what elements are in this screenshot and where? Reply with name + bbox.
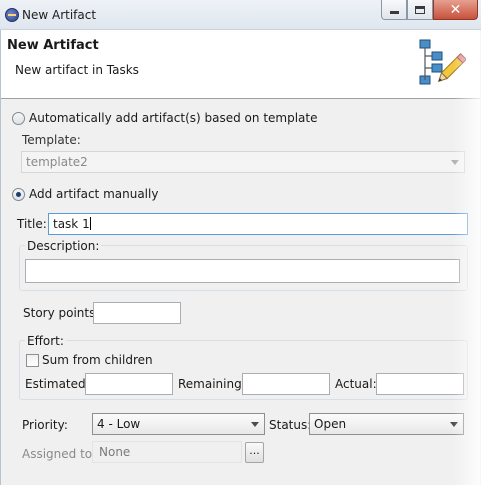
assigned-to-value: None: [99, 445, 131, 459]
story-points-input[interactable]: [93, 302, 181, 324]
assigned-to-field: None: [92, 441, 242, 463]
dialog-header: New Artifact New artifact in Tasks: [1, 30, 480, 99]
estimated-input[interactable]: [85, 373, 173, 395]
minimize-icon: [389, 11, 399, 14]
eclipse-icon: [5, 8, 19, 22]
dialog-body: Automatically add artifact(s) based on t…: [1, 100, 480, 485]
template-radio-label[interactable]: Automatically add artifact(s) based on t…: [29, 111, 318, 125]
header-subtitle: New artifact in Tasks: [15, 63, 139, 77]
description-label: Description:: [25, 239, 102, 253]
close-button[interactable]: ✕: [433, 0, 478, 20]
header-title: New Artifact: [7, 38, 99, 53]
chevron-down-icon: [451, 160, 459, 165]
title-input-value: task 1: [53, 217, 90, 231]
story-points-label: Story points:: [23, 306, 100, 320]
window-title: New Artifact: [22, 8, 97, 22]
status-label: Status:: [269, 418, 312, 432]
text-caret: [89, 217, 91, 230]
template-radio[interactable]: [12, 112, 25, 125]
effort-label: Effort:: [25, 334, 66, 348]
minimize-button[interactable]: [381, 0, 407, 20]
description-input[interactable]: [25, 259, 460, 283]
remaining-input[interactable]: [242, 373, 330, 395]
actual-label: Actual:: [335, 377, 377, 391]
new-artifact-dialog: New Artifact ✕ New Artifact New artifact…: [0, 0, 481, 485]
sum-from-children-checkbox[interactable]: [26, 354, 39, 367]
assigned-to-label: Assigned to:: [22, 447, 97, 461]
browse-button-label: ...: [249, 444, 260, 457]
sum-from-children-label[interactable]: Sum from children: [42, 353, 153, 367]
actual-input[interactable]: [376, 373, 464, 395]
status-select[interactable]: Open: [309, 413, 464, 435]
chevron-down-icon: [450, 422, 458, 427]
title-label: Title:: [17, 217, 47, 231]
assigned-to-browse-button[interactable]: ...: [245, 442, 264, 463]
priority-label: Priority:: [22, 418, 68, 432]
estimated-label: Estimated:: [25, 377, 90, 391]
priority-select[interactable]: 4 - Low: [92, 413, 265, 435]
maximize-button[interactable]: [407, 0, 433, 20]
status-select-value: Open: [314, 417, 347, 431]
title-bar[interactable]: New Artifact ✕: [0, 0, 481, 30]
chevron-down-icon: [251, 422, 259, 427]
maximize-icon: [415, 5, 425, 14]
manual-radio-label[interactable]: Add artifact manually: [29, 187, 158, 201]
close-icon: ✕: [449, 1, 462, 18]
template-select-value: template2: [26, 155, 88, 169]
remaining-label: Remaining:: [178, 377, 246, 391]
template-select[interactable]: template2: [21, 151, 465, 173]
hierarchy-pencil-icon: [419, 39, 466, 85]
manual-radio[interactable]: [12, 188, 25, 201]
priority-select-value: 4 - Low: [97, 417, 141, 431]
template-label: Template:: [22, 133, 81, 147]
title-input[interactable]: task 1: [48, 213, 468, 235]
